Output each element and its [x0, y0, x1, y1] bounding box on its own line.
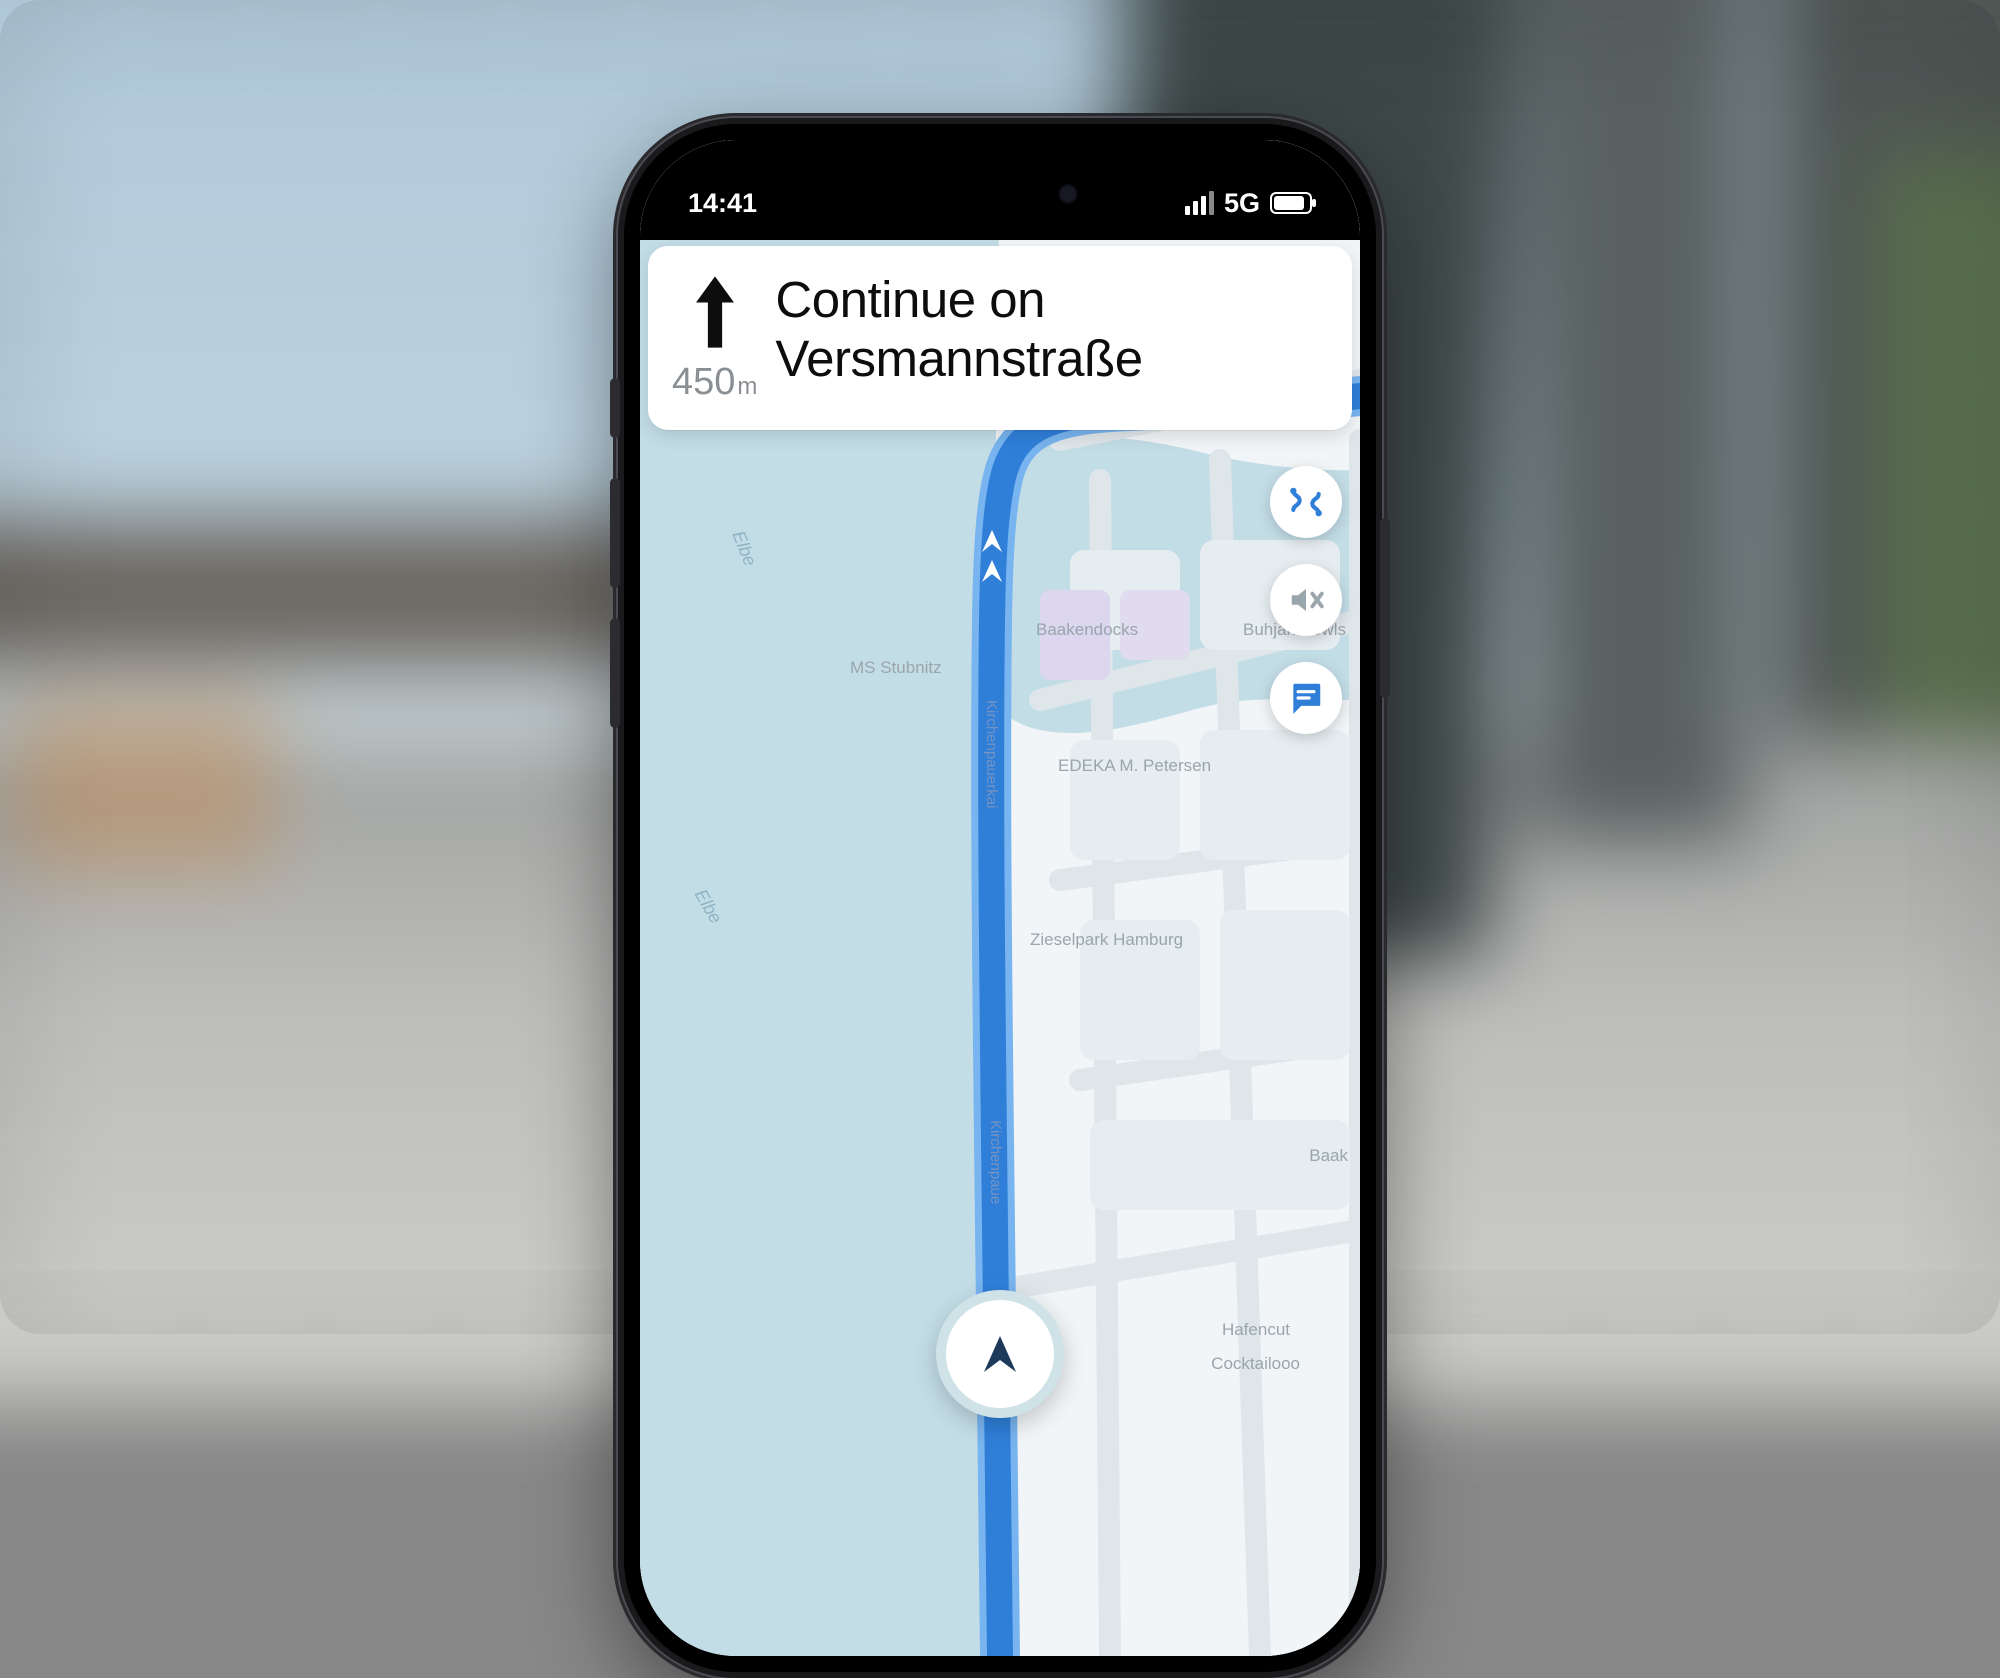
instruction-street: Versmannstraße: [775, 330, 1142, 387]
iphone-frame: Elbe Elbe Elbe ViewPoint Baakenba MS Stu…: [618, 118, 1382, 1678]
arrow-up-icon: [690, 274, 740, 355]
distance-value: 450: [672, 361, 735, 404]
heading-icon: [976, 1330, 1024, 1378]
map-label-poi: MS Stubnitz: [850, 658, 942, 678]
map-label-poi: EDEKA M. Petersen: [1058, 756, 1211, 776]
mute-icon: [1287, 581, 1325, 619]
network-label: 5G: [1224, 188, 1260, 219]
route-options-button[interactable]: [1270, 466, 1342, 538]
map-label-poi: Hafencut: [1222, 1320, 1290, 1340]
status-time: 14:41: [688, 188, 757, 219]
map-label-poi: Baakendocks: [1036, 620, 1138, 640]
instruction-action: Continue on: [775, 271, 1045, 328]
chat-icon: [1287, 679, 1325, 717]
navigation-instruction-card[interactable]: 450m Continue on Versmannstraße: [648, 246, 1352, 430]
route-icon: [1287, 483, 1325, 521]
dynamic-island: [902, 166, 1098, 222]
map-label-road: Kirchenpauerkai: [983, 700, 1000, 808]
map-label-poi: Baak: [1309, 1146, 1348, 1166]
signal-icon: [1185, 191, 1214, 215]
mute-button[interactable]: [1270, 564, 1342, 636]
map-label-road: Kirchenpaue: [987, 1120, 1004, 1204]
phone-screen: Elbe Elbe Elbe ViewPoint Baakenba MS Stu…: [640, 140, 1360, 1656]
map-controls: [1270, 466, 1342, 734]
distance-readout: 450m: [672, 361, 757, 404]
current-location-puck[interactable]: [936, 1290, 1064, 1418]
feedback-button[interactable]: [1270, 662, 1342, 734]
map-label-poi: Zieselpark Hamburg: [1030, 930, 1183, 950]
camera-icon: [1058, 184, 1078, 204]
distance-unit: m: [737, 373, 757, 401]
battery-icon: [1270, 192, 1312, 214]
instruction-text: Continue on Versmannstraße: [775, 270, 1142, 404]
map-label-poi: Cocktailooo: [1211, 1354, 1300, 1374]
